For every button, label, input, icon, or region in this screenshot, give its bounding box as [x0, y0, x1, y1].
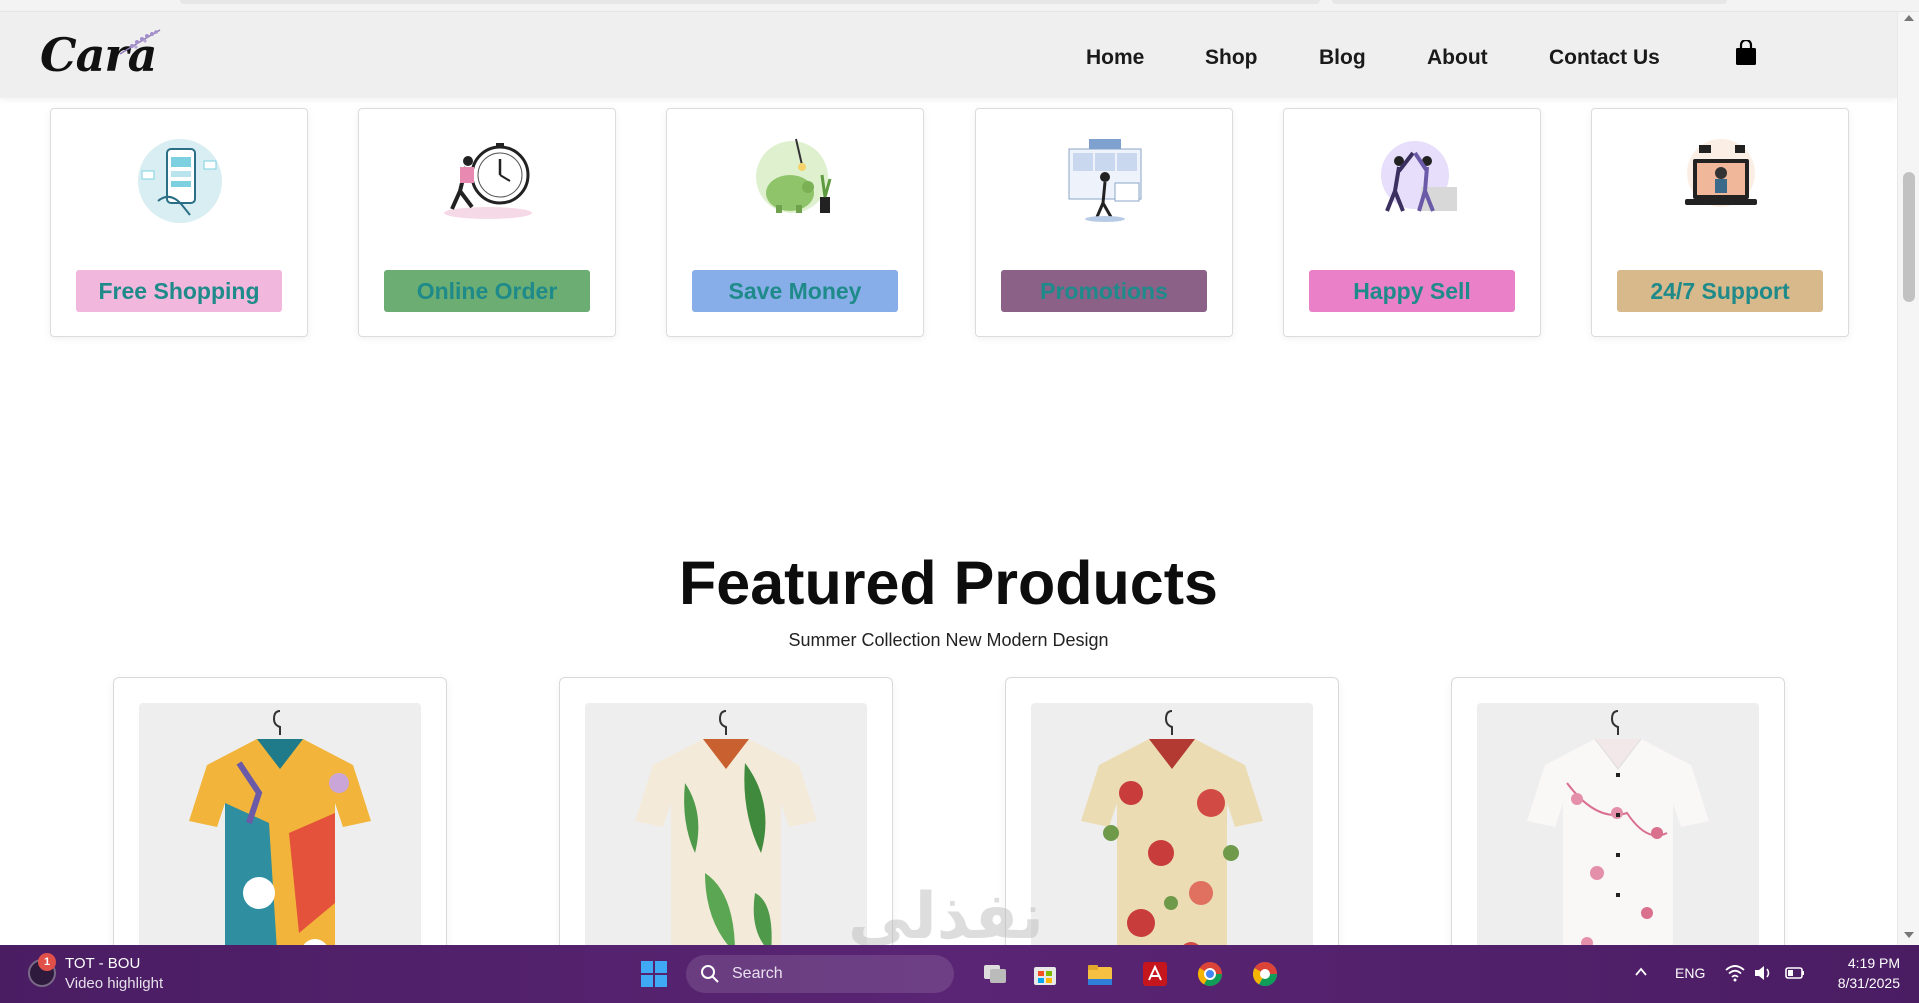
chrome-icon[interactable] — [1195, 959, 1225, 989]
section-subtitle: Summer Collection New Modern Design — [788, 630, 1109, 650]
nav-home[interactable]: Home — [1086, 46, 1144, 70]
windows-taskbar: 1 TOT - BOU Video highlight Search ENG 4… — [0, 945, 1919, 1003]
taskbar-search[interactable]: Search — [686, 955, 954, 993]
product-card[interactable] — [1451, 677, 1785, 977]
stopwatch-delivery-illustration-icon — [444, 143, 532, 219]
page-scrollbar[interactable] — [1897, 12, 1919, 945]
feature-box-support: 24/7 Support — [1591, 108, 1849, 337]
feature-label[interactable]: Happy Sell — [1309, 270, 1515, 312]
widgets-subtitle[interactable]: Video highlight — [65, 975, 163, 992]
nav-about[interactable]: About — [1427, 46, 1488, 70]
shirt-tropical-leaves-image — [635, 710, 817, 976]
shirt-colorful-floral-image — [189, 710, 371, 976]
file-explorer-icon[interactable] — [1085, 959, 1115, 989]
nav-blog[interactable]: Blog — [1319, 46, 1366, 70]
feature-label[interactable]: Online Order — [384, 270, 590, 312]
browser-top-strip — [0, 0, 1919, 12]
feature-box-happy-sell: Happy Sell — [1283, 108, 1541, 337]
feature-box-save-money: Save Money — [666, 108, 924, 337]
clock-time[interactable]: 4:19 PM — [1820, 955, 1900, 971]
product-card[interactable] — [1005, 677, 1339, 977]
promotions-illustration-icon — [1068, 139, 1142, 222]
section-title: Featured Products — [679, 549, 1218, 617]
feature-label[interactable]: Save Money — [692, 270, 898, 312]
happy-sell-illustration-icon — [1381, 141, 1457, 212]
widgets-title[interactable]: TOT - BOU — [65, 955, 140, 972]
shopping-bag-icon[interactable] — [1735, 40, 1757, 66]
product-image[interactable] — [585, 703, 867, 976]
shirt-red-roses-image — [1081, 710, 1263, 976]
nav-contact-us[interactable]: Contact Us — [1549, 46, 1660, 70]
product-image[interactable] — [139, 703, 421, 976]
microsoft-store-icon[interactable] — [1030, 959, 1060, 989]
feature-box-online-order: Online Order — [358, 108, 616, 337]
widgets-badge: 1 — [38, 953, 56, 971]
clock-date[interactable]: 8/31/2025 — [1810, 975, 1900, 991]
feature-label[interactable]: Promotions — [1001, 270, 1207, 312]
main-nav: Home Shop Blog About Contact Us — [0, 46, 1897, 76]
feature-label[interactable]: 24/7 Support — [1617, 270, 1823, 312]
feature-box-promotions: Promotions — [975, 108, 1233, 337]
browser-bar-segment — [180, 0, 1320, 4]
piggy-bank-illustration-icon — [756, 138, 832, 213]
product-image[interactable] — [1477, 703, 1759, 976]
chrome-active-icon[interactable] — [1250, 959, 1280, 989]
feature-box-free-shopping: Free Shopping — [50, 108, 308, 337]
browser-bar-segment — [1332, 0, 1727, 4]
language-indicator[interactable]: ENG — [1675, 965, 1705, 981]
chevron-up-icon[interactable] — [1634, 965, 1648, 979]
wifi-icon[interactable] — [1725, 964, 1745, 982]
speaker-icon[interactable] — [1753, 964, 1773, 982]
product-card[interactable] — [113, 677, 447, 977]
site-header: Cara Home Shop Blog About Contact Us — [0, 12, 1897, 98]
pdf-reader-icon[interactable] — [1140, 959, 1170, 989]
search-icon — [701, 965, 719, 983]
battery-icon[interactable] — [1785, 964, 1805, 982]
shirt-pink-blossom-image — [1527, 710, 1709, 976]
task-view-icon[interactable] — [980, 959, 1010, 989]
product-card[interactable] — [559, 677, 893, 977]
nav-shop[interactable]: Shop — [1205, 46, 1258, 70]
feature-label[interactable]: Free Shopping — [76, 270, 282, 312]
scroll-up-arrow-icon[interactable] — [1904, 15, 1914, 21]
scroll-down-arrow-icon[interactable] — [1904, 932, 1914, 938]
phone-shopping-illustration-icon — [138, 139, 222, 223]
search-label: Search — [732, 965, 783, 982]
windows-start-icon[interactable] — [640, 960, 668, 988]
laptop-support-illustration-icon — [1685, 139, 1757, 207]
product-image[interactable] — [1031, 703, 1313, 976]
scrollbar-thumb[interactable] — [1903, 172, 1915, 302]
